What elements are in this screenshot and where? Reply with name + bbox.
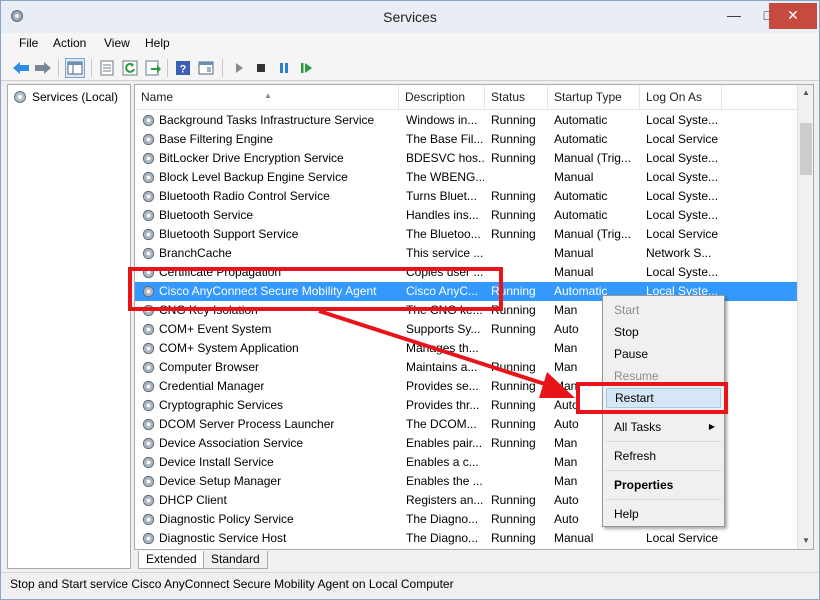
services-window: Services — □ ✕ File Action View Help ? S… xyxy=(0,0,820,600)
annotation-arrow xyxy=(318,309,575,398)
